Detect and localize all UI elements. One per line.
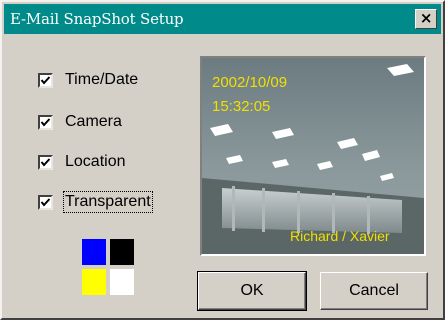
transparent-label: Transparent (63, 191, 153, 213)
check-icon (40, 197, 51, 207)
snapshot-setup-dialog: E-Mail SnapShot Setup × Time/Date Camera… (0, 0, 445, 320)
option-camera[interactable]: Camera (38, 109, 122, 135)
swatch-yellow[interactable] (82, 269, 106, 295)
swatch-blue[interactable] (82, 239, 106, 265)
swatch-black[interactable] (110, 239, 134, 265)
option-transparent[interactable]: Transparent (38, 189, 153, 215)
cancel-button[interactable]: Cancel (320, 272, 428, 310)
title-bar[interactable]: E-Mail SnapShot Setup × (4, 4, 441, 34)
overlay-time: 15:32:05 (212, 98, 271, 115)
option-location[interactable]: Location (38, 149, 126, 175)
check-icon (40, 117, 51, 127)
check-icon (40, 157, 51, 167)
location-label: Location (65, 153, 126, 170)
window-title: E-Mail SnapShot Setup (10, 10, 184, 28)
overlay-caption: Richard / Xavier (290, 228, 390, 244)
color-swatches (82, 239, 136, 297)
camera-label: Camera (65, 113, 122, 130)
time-date-checkbox[interactable] (38, 72, 53, 88)
ok-button[interactable]: OK (197, 271, 307, 311)
check-icon (40, 75, 51, 85)
time-date-label: Time/Date (65, 71, 139, 88)
camera-checkbox[interactable] (38, 114, 53, 130)
location-checkbox[interactable] (38, 154, 53, 170)
overlay-date: 2002/10/09 (212, 74, 288, 91)
transparent-checkbox[interactable] (38, 194, 53, 210)
swatch-white[interactable] (110, 269, 134, 295)
close-button[interactable]: × (415, 9, 437, 29)
snapshot-preview: 2002/10/09 15:32:05 Richard / Xavier (200, 56, 426, 256)
option-time-date[interactable]: Time/Date (38, 67, 138, 93)
